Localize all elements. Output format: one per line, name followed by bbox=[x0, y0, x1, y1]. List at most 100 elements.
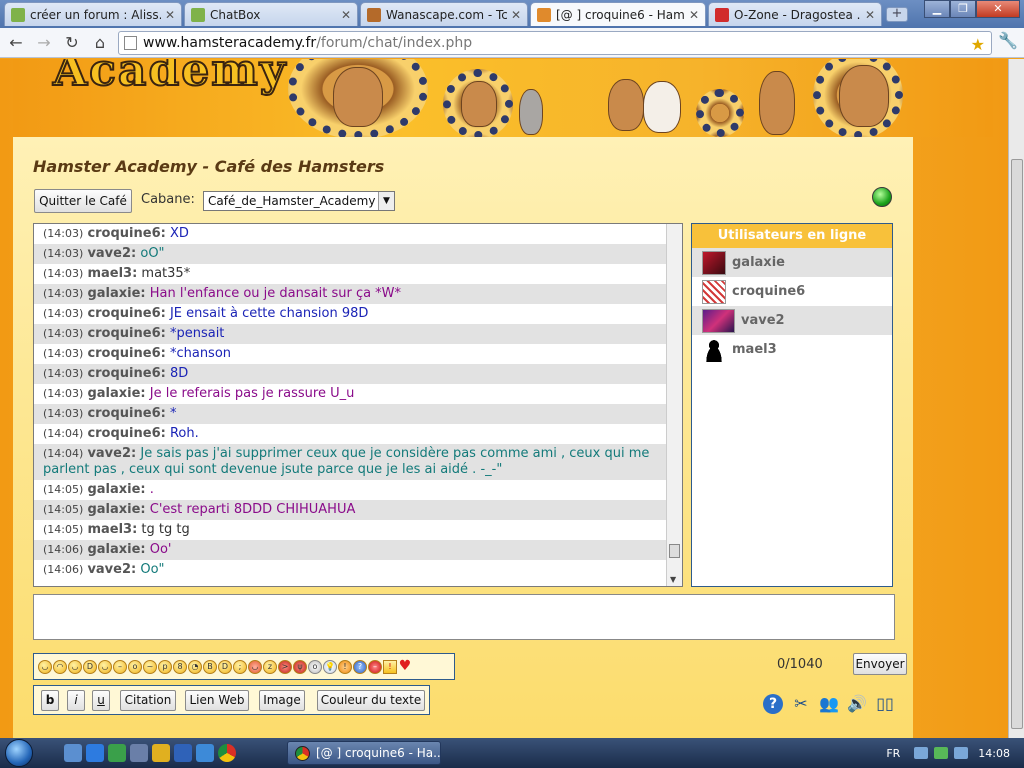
tab-3[interactable]: Wanascape.com - Tc... ✕ bbox=[360, 2, 528, 26]
new-tab-button[interactable]: + bbox=[886, 7, 908, 22]
messenger-icon[interactable] bbox=[196, 744, 214, 762]
address-bar[interactable]: www.hamsteracademy.fr/forum/chat/index.p… bbox=[118, 31, 992, 55]
message-user[interactable]: croquine6: bbox=[87, 366, 165, 381]
send-button[interactable]: Envoyer bbox=[853, 653, 907, 675]
tab-1[interactable]: créer un forum : Aliss... ✕ bbox=[4, 2, 182, 26]
quote-button[interactable]: Citation bbox=[120, 690, 176, 711]
message-user[interactable]: galaxie: bbox=[87, 502, 145, 517]
chat-scrollbar[interactable]: ▼ bbox=[666, 224, 682, 586]
bookmark-star-icon[interactable]: ★ bbox=[971, 34, 985, 56]
language-indicator[interactable]: FR bbox=[886, 747, 900, 760]
tray-arrow-icon[interactable] bbox=[914, 747, 929, 759]
cabane-select[interactable]: Café_de_Hamster_Academy ▼ bbox=[203, 191, 395, 211]
network-icon[interactable] bbox=[934, 747, 949, 759]
crying-icon[interactable]: ; bbox=[233, 659, 247, 674]
message-user[interactable]: croquine6: bbox=[87, 346, 165, 361]
user-mael3[interactable]: mael3 bbox=[692, 335, 892, 364]
message-user[interactable]: mael3: bbox=[87, 266, 137, 281]
message-user[interactable]: galaxie: bbox=[87, 542, 145, 557]
message-user[interactable]: vave2: bbox=[87, 562, 136, 577]
message-user[interactable]: mael3: bbox=[87, 522, 137, 537]
chevron-down-icon[interactable]: ▼ bbox=[378, 192, 394, 210]
smile-icon[interactable]: ◡ bbox=[38, 659, 52, 674]
user-galaxie[interactable]: galaxie bbox=[692, 248, 892, 277]
bold-button[interactable]: b bbox=[41, 690, 59, 711]
start-button[interactable] bbox=[0, 738, 38, 768]
neutral-icon[interactable]: – bbox=[113, 659, 127, 674]
message-user[interactable]: croquine6: bbox=[87, 406, 165, 421]
chat-messages[interactable]: (14:03) croquine6: XD (14:03) vave2: oO"(… bbox=[33, 223, 683, 587]
taskbar-window-button[interactable]: [@ ] croquine6 - Ha... bbox=[287, 741, 441, 765]
close-icon[interactable]: ✕ bbox=[341, 8, 351, 22]
happy-icon[interactable]: ◡ bbox=[98, 659, 112, 674]
sound-icon[interactable]: 🔊 bbox=[847, 694, 867, 714]
laugh-icon[interactable]: D bbox=[83, 659, 97, 674]
message-user[interactable]: croquine6: bbox=[87, 426, 165, 441]
close-icon[interactable]: ✕ bbox=[511, 8, 521, 22]
underline-button[interactable]: u bbox=[92, 690, 110, 711]
message-user[interactable]: croquine6: bbox=[87, 306, 165, 321]
message-user[interactable]: galaxie: bbox=[87, 386, 145, 401]
devil-icon[interactable]: ψ bbox=[293, 659, 307, 674]
rolling-eyes-icon[interactable]: ◔ bbox=[188, 659, 202, 674]
grin-icon[interactable]: ◡ bbox=[68, 659, 82, 674]
minimize-icon[interactable]: ▁ bbox=[924, 0, 950, 18]
tab-5[interactable]: O-Zone - Dragostea ... ✕ bbox=[708, 2, 882, 26]
internet-explorer-icon[interactable] bbox=[86, 744, 104, 762]
quit-cafe-button[interactable]: Quitter le Café bbox=[34, 189, 132, 213]
tongue-icon[interactable]: p bbox=[158, 659, 172, 674]
confused-icon[interactable]: ~ bbox=[143, 659, 157, 674]
heart-icon[interactable]: ♥ bbox=[398, 659, 412, 674]
surprised-icon[interactable]: o bbox=[128, 659, 142, 674]
nerd-icon[interactable]: 8 bbox=[173, 659, 187, 674]
user-vave2[interactable]: vave2 bbox=[692, 306, 892, 335]
clock[interactable]: 14:08 bbox=[978, 747, 1010, 760]
forward-arrow-icon[interactable]: → bbox=[32, 31, 56, 55]
image-button[interactable]: Image bbox=[259, 690, 305, 711]
message-user[interactable]: galaxie: bbox=[87, 482, 145, 497]
close-window-icon[interactable]: ✕ bbox=[976, 0, 1020, 18]
warning-icon[interactable]: ! bbox=[383, 659, 397, 674]
media-icon[interactable] bbox=[152, 744, 170, 762]
page-scroll-thumb[interactable] bbox=[1011, 159, 1023, 729]
home-icon[interactable]: ⌂ bbox=[88, 31, 112, 55]
show-desktop-icon[interactable] bbox=[64, 744, 82, 762]
word-icon[interactable] bbox=[174, 744, 192, 762]
scroll-down-icon[interactable]: ▼ bbox=[670, 575, 676, 584]
users-icon[interactable]: 👥 bbox=[819, 694, 839, 714]
explorer-icon[interactable] bbox=[130, 744, 148, 762]
angry-icon[interactable]: > bbox=[278, 659, 292, 674]
user-croquine6[interactable]: croquine6 bbox=[692, 277, 892, 306]
tab-4-active[interactable]: [@ ] croquine6 - Ham... ✕ bbox=[530, 2, 706, 26]
question-icon[interactable]: ? bbox=[353, 659, 367, 674]
blush-icon[interactable]: ◡ bbox=[248, 659, 262, 674]
close-icon[interactable]: ✕ bbox=[165, 8, 175, 22]
exclamation-icon[interactable]: ! bbox=[338, 659, 352, 674]
chrome-icon[interactable] bbox=[218, 744, 236, 762]
pause-icon[interactable]: ▯▯ bbox=[875, 694, 895, 714]
reload-icon[interactable]: ↻ bbox=[60, 31, 84, 55]
message-user[interactable]: croquine6: bbox=[87, 226, 165, 241]
no-entry-icon[interactable]: – bbox=[368, 659, 382, 674]
spreadsheet-icon[interactable] bbox=[108, 744, 126, 762]
message-input[interactable] bbox=[33, 594, 895, 640]
settings-tools-icon[interactable]: ✂ bbox=[791, 694, 811, 714]
page-scrollbar[interactable] bbox=[1008, 59, 1024, 738]
help-icon[interactable]: ? bbox=[763, 694, 783, 714]
big-grin-icon[interactable]: D bbox=[218, 659, 232, 674]
message-user[interactable]: vave2: bbox=[87, 246, 136, 261]
message-user[interactable]: vave2: bbox=[87, 446, 136, 461]
italic-button[interactable]: i bbox=[67, 690, 85, 711]
wrench-icon[interactable]: 🔧 bbox=[998, 31, 1018, 50]
maximize-icon[interactable]: ❐ bbox=[950, 0, 976, 18]
close-icon[interactable]: ✕ bbox=[865, 8, 875, 22]
text-color-button[interactable]: Couleur du texte bbox=[317, 690, 425, 711]
tab-2[interactable]: ChatBox ✕ bbox=[184, 2, 358, 26]
lightbulb-icon[interactable]: 💡 bbox=[323, 659, 337, 674]
back-arrow-icon[interactable]: ← bbox=[4, 31, 28, 55]
message-user[interactable]: galaxie: bbox=[87, 286, 145, 301]
web-link-button[interactable]: Lien Web bbox=[185, 690, 249, 711]
volume-icon[interactable] bbox=[954, 747, 969, 759]
close-icon[interactable]: ✕ bbox=[689, 8, 699, 22]
ghost-icon[interactable]: o bbox=[308, 659, 322, 674]
